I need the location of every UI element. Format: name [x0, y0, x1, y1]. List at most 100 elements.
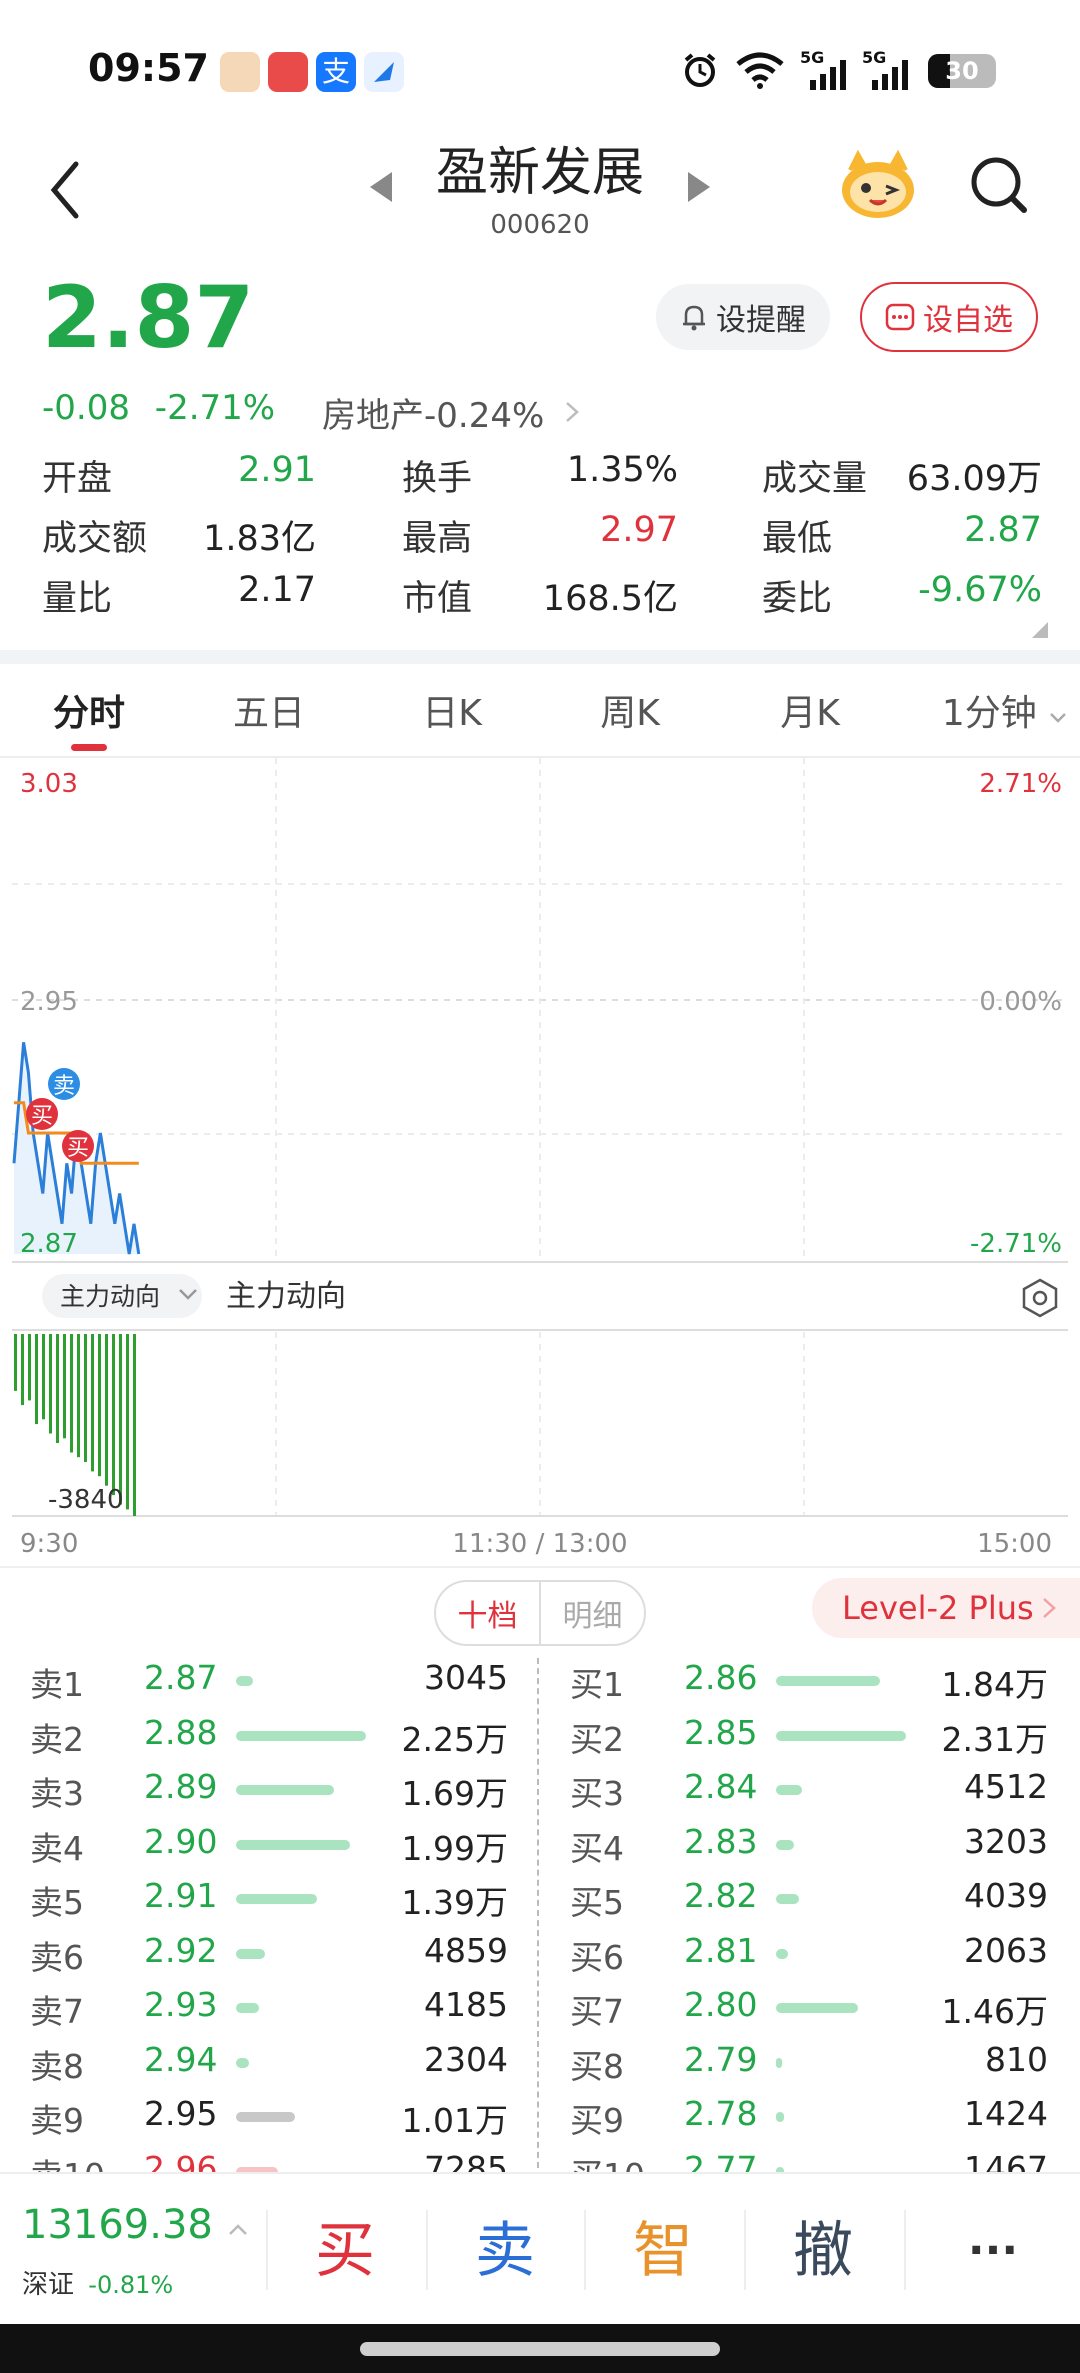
level-price: 2.89 — [144, 1767, 218, 1806]
pct-axis-mid: 0.00% — [979, 987, 1062, 1017]
flow-min-label: -3840 — [48, 1485, 124, 1515]
stat-value: 2.87 — [964, 510, 1042, 550]
buy-row[interactable]: 买10 2.77 1467 — [570, 2143, 1048, 2172]
level-volume-bar — [236, 2003, 259, 2013]
level-volume-bar — [776, 1839, 794, 1850]
next-stock-arrow-icon[interactable] — [686, 170, 712, 204]
orderbook: 卖1 2.87 3045 卖2 2.88 2.25万 卖3 2.89 1.69万 卖4 2.90 1.… — [0, 1652, 1080, 2172]
level-volume-bar — [776, 2057, 782, 2068]
set-alert-button[interactable]: 设提醒 — [656, 284, 830, 350]
flow-bar — [77, 1334, 80, 1458]
intraday-chart[interactable]: 3.03 2.95 2.87 2.71% 0.00% -2.71% 卖 买 买 … — [0, 758, 1080, 1568]
level-label: 买7 — [570, 1992, 624, 2031]
buy-row[interactable]: 买9 2.78 1424 — [570, 2088, 1048, 2143]
tab-intraday[interactable]: 分时 — [48, 684, 130, 736]
mascot-assistant-icon[interactable] — [838, 148, 918, 222]
sell-row[interactable]: 卖1 2.87 3045 — [30, 1652, 508, 1707]
level-volume: 2063 — [964, 1930, 1048, 1970]
sell-row[interactable]: 卖3 2.89 1.69万 — [30, 1761, 508, 1816]
buy-row[interactable]: 买6 2.81 2063 — [570, 1925, 1048, 1980]
trade-marker-sell[interactable]: 卖 — [48, 1068, 80, 1100]
flow-bar — [42, 1334, 45, 1420]
buy-row[interactable]: 买5 2.82 4039 — [570, 1870, 1048, 1925]
sell-row[interactable]: 卖6 2.92 4859 — [30, 1925, 508, 1980]
stat-label: 市值 — [402, 579, 473, 619]
level-price: 2.96 — [144, 2148, 218, 2173]
settings-hex-icon[interactable] — [1022, 1278, 1058, 1318]
level-volume-bar — [236, 1676, 253, 1686]
sell-orders: 卖1 2.87 3045 卖2 2.88 2.25万 卖3 2.89 1.69万 卖4 2.90 1.… — [30, 1652, 508, 2172]
expand-corner-icon[interactable] — [1030, 620, 1050, 640]
buy-row[interactable]: 买8 2.79 810 — [570, 2034, 1048, 2089]
more-options-button[interactable]: ··· — [918, 2196, 1068, 2306]
index-change: -0.81% — [88, 2271, 174, 2299]
prev-stock-arrow-icon[interactable] — [368, 170, 394, 204]
level-price: 2.85 — [684, 1712, 758, 1752]
sell-row[interactable]: 卖9 2.95 1.01万 — [30, 2088, 508, 2143]
alipay-icon: 支 — [316, 52, 356, 92]
tab-active-indicator — [71, 744, 107, 751]
buy-button[interactable]: 买 — [270, 2196, 420, 2306]
level-price: 2.94 — [144, 2039, 218, 2079]
buy-row[interactable]: 买3 2.84 4512 — [570, 1761, 1048, 1816]
level-volume: 3045 — [424, 1658, 508, 1697]
flow-dropdown-label: 主力动向 — [60, 1282, 160, 1311]
search-icon[interactable] — [964, 150, 1034, 220]
buy-row[interactable]: 买4 2.83 3203 — [570, 1816, 1048, 1871]
add-watchlist-button[interactable]: 设自选 — [860, 282, 1038, 352]
level-volume: 1.84万 — [941, 1665, 1048, 1704]
wifi-icon — [736, 52, 784, 89]
tab-five-day[interactable]: 五日 — [226, 684, 312, 736]
level-volume: 4185 — [424, 1985, 508, 2024]
buy-row[interactable]: 买7 2.80 1.46万 — [570, 1979, 1048, 2034]
tab-weekly-k[interactable]: 周K — [590, 684, 670, 736]
time-axis-end: 15:00 — [977, 1529, 1052, 1559]
stat-label: 成交量 — [762, 459, 868, 499]
cell-signal-icon: 5G — [862, 48, 914, 92]
chevron-up-icon — [228, 2224, 247, 2235]
trade-marker-buy[interactable]: 买 — [26, 1098, 58, 1130]
stat-value: 63.09万 — [906, 459, 1042, 499]
level-volume-bar — [776, 2112, 784, 2122]
flow-bar — [105, 1334, 108, 1486]
buy-row[interactable]: 买1 2.86 1.84万 — [570, 1652, 1048, 1707]
tab-daily-k[interactable]: 日K — [412, 684, 492, 736]
seg-ten-levels[interactable]: 十档 — [436, 1582, 541, 1644]
trade-marker-buy[interactable]: 买 — [62, 1130, 94, 1162]
smart-trade-button[interactable]: 智 — [588, 2196, 738, 2306]
flow-bar — [133, 1334, 136, 1516]
tab-one-minute[interactable]: 1分钟 — [940, 684, 1070, 736]
home-indicator[interactable] — [360, 2342, 720, 2356]
level-volume: 2.31万 — [941, 1719, 1048, 1759]
level-label: 卖6 — [30, 1937, 84, 1977]
flow-bar — [126, 1334, 129, 1510]
flow-grid — [12, 1332, 1068, 1517]
index-value[interactable]: 13169.38 — [22, 2202, 250, 2248]
seg-details[interactable]: 明细 — [541, 1582, 644, 1644]
price-axis-mid: 2.95 — [20, 987, 78, 1017]
orderbook-view-toggle: 十档 明细 — [434, 1580, 646, 1646]
level-label: 卖1 — [30, 1665, 84, 1704]
level-label: 卖5 — [30, 1883, 84, 1922]
sell-row[interactable]: 卖7 2.93 4185 — [30, 1979, 508, 2034]
back-chevron-icon[interactable] — [40, 150, 90, 230]
buy-row[interactable]: 买2 2.85 2.31万 — [570, 1707, 1048, 1762]
sell-row[interactable]: 卖5 2.91 1.39万 — [30, 1870, 508, 1925]
chevron-down-icon — [1050, 713, 1067, 723]
index-info: 深证 -0.81% — [22, 2264, 173, 2301]
sell-row[interactable]: 卖8 2.94 2304 — [30, 2034, 508, 2089]
buy-orders: 买1 2.86 1.84万 买2 2.85 2.31万 买3 2.84 4512 买4 2.83 32… — [570, 1652, 1048, 2172]
tab-monthly-k[interactable]: 月K — [770, 684, 850, 736]
cancel-order-button[interactable]: 撤 — [748, 2196, 898, 2306]
level-volume: 1.69万 — [401, 1774, 508, 1813]
level-label: 买8 — [570, 2046, 624, 2086]
sell-button[interactable]: 卖 — [430, 2196, 580, 2306]
level2-plus-banner[interactable]: Level-2 Plus — [812, 1578, 1080, 1638]
sell-row[interactable]: 卖2 2.88 2.25万 — [30, 1707, 508, 1762]
industry-link[interactable]: 房地产-0.24% — [322, 388, 583, 437]
index-name: 深证 — [22, 2270, 75, 2300]
stat-label: 最高 — [402, 519, 473, 559]
sell-row[interactable]: 卖10 2.96 7285 — [30, 2143, 508, 2173]
sell-row[interactable]: 卖4 2.90 1.99万 — [30, 1816, 508, 1871]
bottom-separator — [584, 2210, 586, 2290]
